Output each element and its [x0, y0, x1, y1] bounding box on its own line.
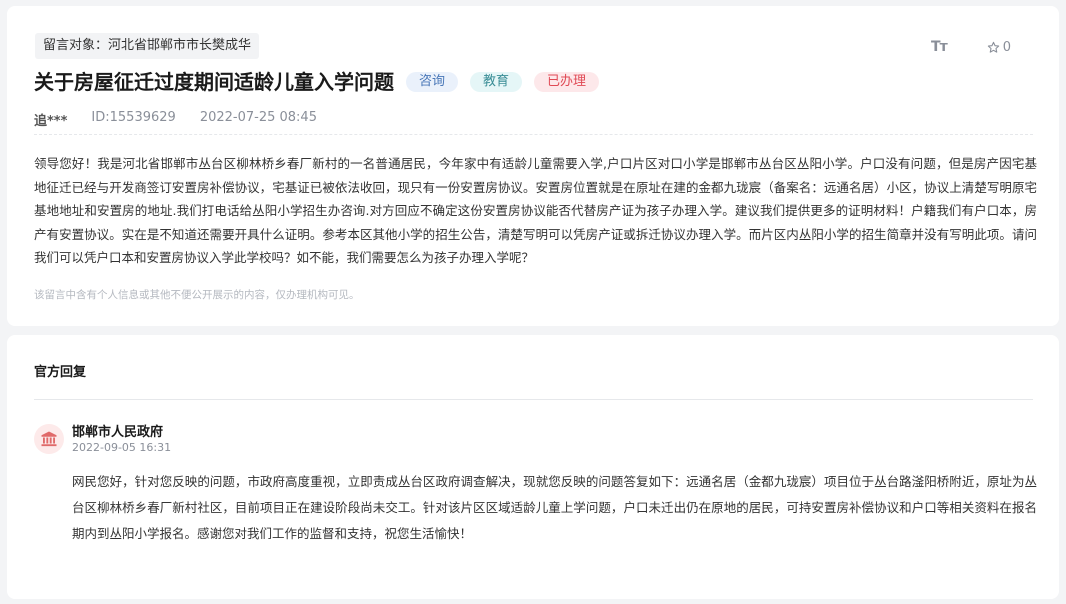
tag-consult: 咨询 [406, 72, 459, 92]
favorite-count: 0 [1002, 39, 1011, 55]
tag-education: 教育 [470, 72, 523, 92]
org-name: 邯郸市人民政府 [72, 425, 164, 440]
tag-status-done: 已办理 [534, 72, 600, 92]
message-datetime: 2022-07-25 08:45 [199, 110, 317, 125]
star-icon [987, 41, 999, 53]
government-building-icon [41, 431, 57, 447]
message-target: 留言对象：河北省邯郸市市长樊成华 [35, 33, 260, 59]
message-title: 关于房屋征迁过度期间适龄儿童入学问题 [34, 70, 394, 94]
message-tools: Tт 0 [931, 39, 1011, 55]
reply-card: 官方回复 邯郸市人民政府 2022-09-05 16:31 网民您好，针对您反映… [7, 335, 1059, 599]
divider [34, 134, 1033, 135]
message-id: ID:15539629 [91, 110, 176, 125]
title-row: 关于房屋征迁过度期间适龄儿童入学问题 咨询 教育 已办理 [34, 67, 600, 97]
message-meta: 追*** ID:15539629 2022-07-25 08:45 [34, 110, 341, 129]
font-size-icon[interactable]: Tт [931, 39, 948, 55]
reply-heading: 官方回复 [34, 365, 87, 380]
message-card: 留言对象：河北省邯郸市市长樊成华 Tт 0 关于房屋征迁过度期间适龄儿童入学问题… [7, 6, 1059, 326]
message-author: 追*** [34, 114, 68, 129]
reply-datetime: 2022-09-05 16:31 [72, 441, 172, 454]
reply-content: 网民您好，针对您反映的问题，市政府高度重视，立即责成丛台区政府调查解决，现就您反… [72, 474, 1037, 541]
org-avatar [34, 424, 64, 454]
privacy-notice: 该留言中含有个人信息或其他不便公开展示的内容，仅办理机构可见。 [34, 289, 360, 301]
message-content: 领导您好！我是河北省邯郸市丛台区柳林桥乡春厂新村的一名普通居民，今年家中有适龄儿… [34, 156, 1037, 266]
divider [34, 399, 1033, 400]
favorite-button[interactable]: 0 [987, 40, 1011, 55]
